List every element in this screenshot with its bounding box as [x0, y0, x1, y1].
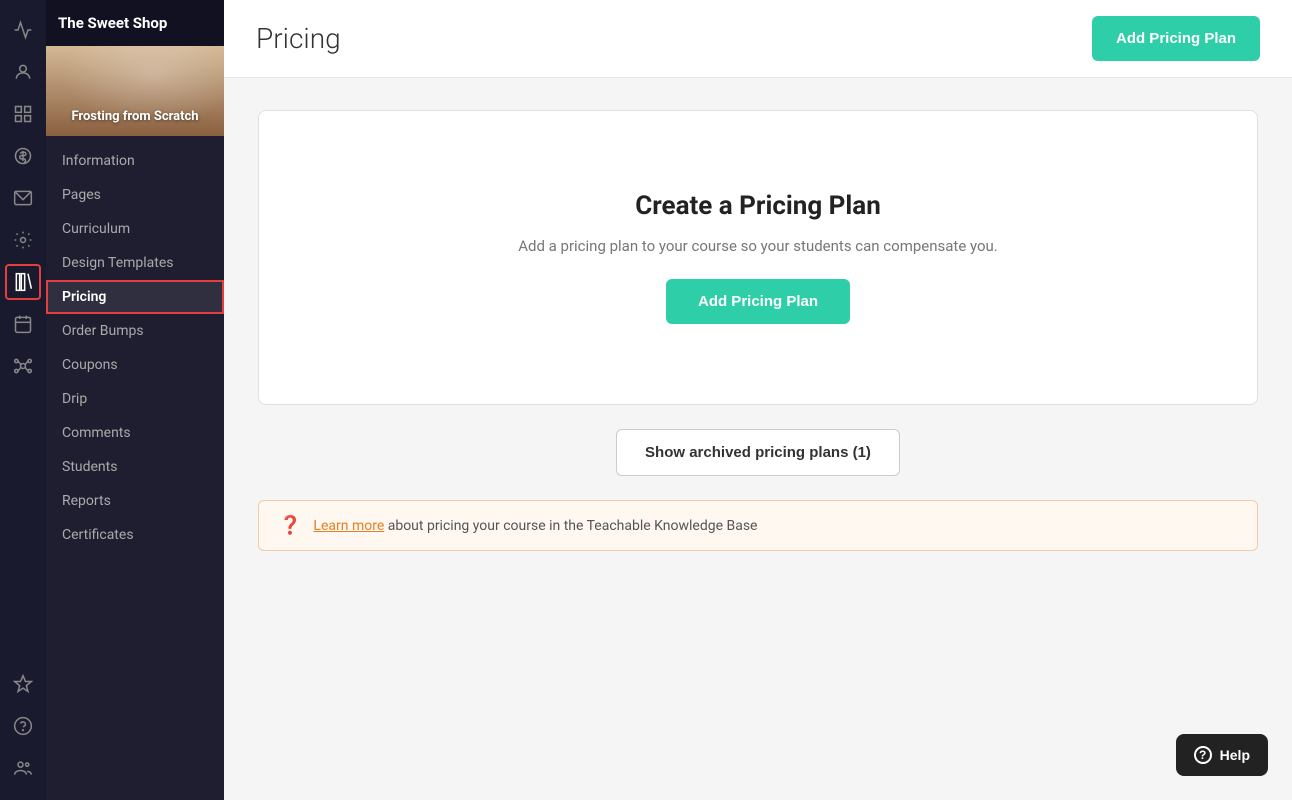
info-banner: ❓ Learn more about pricing your course i… — [258, 500, 1258, 551]
empty-state-card: Create a Pricing Plan Add a pricing plan… — [258, 110, 1258, 405]
empty-state-title: Create a Pricing Plan — [635, 191, 881, 221]
page-title: Pricing — [256, 22, 341, 55]
help-circle-icon[interactable] — [5, 708, 41, 744]
learn-more-link[interactable]: Learn more — [313, 518, 384, 534]
help-question-icon: ? — [1194, 746, 1212, 764]
main-content: Pricing Add Pricing Plan Create a Pricin… — [224, 0, 1292, 800]
sidebar-item-students[interactable]: Students — [46, 450, 224, 484]
sidebar-item-reports[interactable]: Reports — [46, 484, 224, 518]
people-icon[interactable] — [5, 750, 41, 786]
sidebar-item-certificates[interactable]: Certificates — [46, 518, 224, 552]
help-label: Help — [1220, 747, 1250, 763]
add-pricing-plan-header-button[interactable]: Add Pricing Plan — [1092, 16, 1260, 61]
users-icon[interactable] — [5, 54, 41, 90]
calendar-icon[interactable] — [5, 306, 41, 342]
dashboard-icon[interactable] — [5, 96, 41, 132]
info-circle-icon: ❓ — [279, 515, 301, 536]
icon-rail — [0, 0, 46, 800]
sidebar-item-coupons[interactable]: Coupons — [46, 348, 224, 382]
sidebar-item-comments[interactable]: Comments — [46, 416, 224, 450]
course-name: Frosting from Scratch — [71, 109, 198, 126]
sidebar-item-drip[interactable]: Drip — [46, 382, 224, 416]
help-button[interactable]: ? Help — [1176, 734, 1268, 776]
main-header: Pricing Add Pricing Plan — [224, 0, 1292, 78]
add-pricing-plan-main-button[interactable]: Add Pricing Plan — [666, 279, 850, 324]
star-icon[interactable] — [5, 666, 41, 702]
empty-state-subtitle: Add a pricing plan to your course so you… — [518, 237, 998, 255]
sidebar-item-order-bumps[interactable]: Order Bumps — [46, 314, 224, 348]
sidebar-item-design-templates[interactable]: Design Templates — [46, 246, 224, 280]
content-area: Create a Pricing Plan Add a pricing plan… — [224, 78, 1292, 583]
app-name: The Sweet Shop — [46, 0, 224, 46]
mail-icon[interactable] — [5, 180, 41, 216]
info-text: Learn more about pricing your course in … — [313, 518, 757, 534]
settings-icon[interactable] — [5, 222, 41, 258]
sidebar-item-information[interactable]: Information — [46, 144, 224, 178]
sidebar-item-curriculum[interactable]: Curriculum — [46, 212, 224, 246]
sidebar: The Sweet Shop Frosting from Scratch Inf… — [46, 0, 224, 800]
dollar-icon[interactable] — [5, 138, 41, 174]
sidebar-nav: Information Pages Curriculum Design Temp… — [46, 136, 224, 800]
network-icon[interactable] — [5, 348, 41, 384]
analytics-icon[interactable] — [5, 12, 41, 48]
sidebar-item-pricing[interactable]: Pricing — [46, 280, 224, 314]
sidebar-item-pages[interactable]: Pages — [46, 178, 224, 212]
library-icon[interactable] — [5, 264, 41, 300]
show-archived-button[interactable]: Show archived pricing plans (1) — [616, 429, 900, 476]
course-thumbnail[interactable]: Frosting from Scratch — [46, 46, 224, 136]
